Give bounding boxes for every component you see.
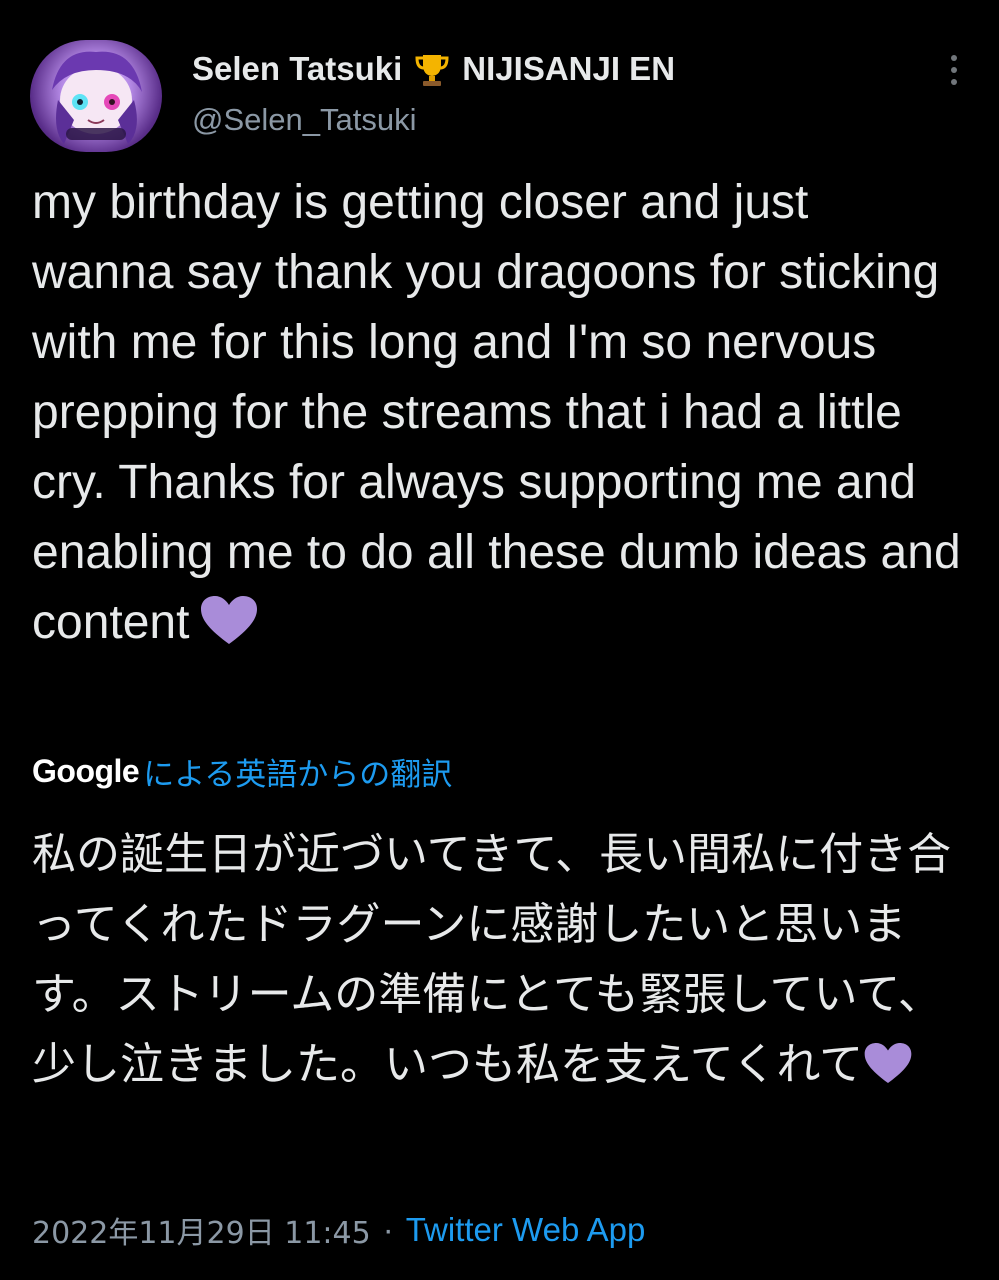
trophy-icon — [412, 49, 452, 89]
avatar-image — [52, 51, 142, 144]
purple-heart-icon — [863, 1041, 913, 1085]
author-affiliation: NIJISANJI EN — [462, 50, 676, 87]
tweet-header: Selen Tatsuki NIJISANJI EN @Selen_Tatsuk… — [30, 40, 970, 152]
translated-tweet-body: 私の誕生日が近づいてきて、長い間私に付き合ってくれたドラグーンに感謝したいと思い… — [32, 820, 962, 1100]
translation-attribution[interactable]: Google による英語からの翻訳 — [32, 748, 452, 794]
tweet-source-link[interactable]: Twitter Web App — [406, 1211, 646, 1249]
translated-text: 私の誕生日が近づいてきて、長い間私に付き合ってくれたドラグーンに感謝したいと思い… — [32, 829, 952, 1090]
tweet-body: my birthday is getting closer and just w… — [32, 168, 962, 658]
google-logo: Google — [32, 752, 140, 789]
translation-label[interactable]: による英語からの翻訳 — [143, 749, 452, 794]
tweet-timestamp[interactable]: 2022年11月29日 11:45 — [32, 1208, 371, 1252]
author-display-name[interactable]: Selen Tatsuki — [192, 50, 402, 88]
avatar[interactable] — [30, 40, 162, 152]
purple-heart-icon — [199, 594, 259, 646]
tweet-text: my birthday is getting closer and just w… — [32, 176, 961, 649]
meta-separator: · — [382, 1211, 394, 1248]
more-options-icon[interactable] — [944, 52, 964, 88]
author-handle[interactable]: @Selen_Tatsuki — [192, 102, 416, 138]
tweet-meta: 2022年11月29日 11:45 · Twitter Web App — [32, 1206, 645, 1254]
author-name-row[interactable]: Selen Tatsuki NIJISANJI EN — [192, 46, 675, 92]
